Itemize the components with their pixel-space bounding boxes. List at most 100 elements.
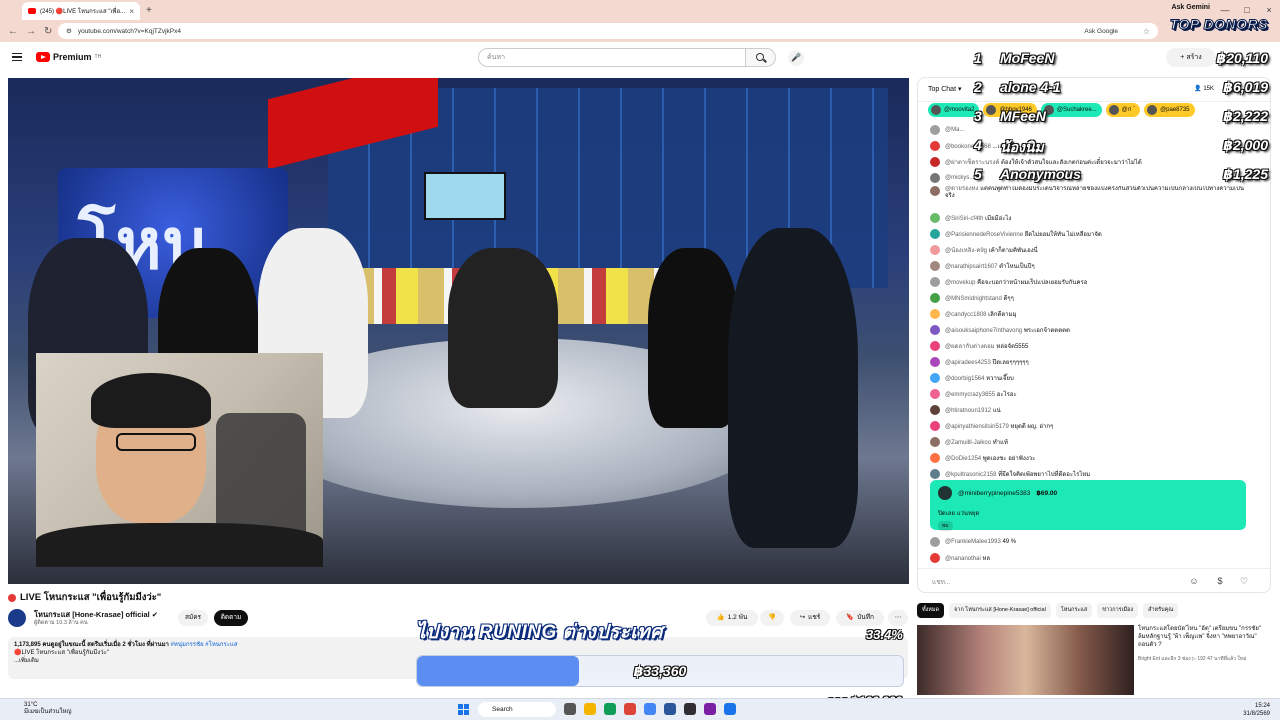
chat-author[interactable]: @narathipsairt1607 (945, 264, 997, 270)
chat-author[interactable]: @htiratnoun1912 (945, 408, 991, 414)
back-icon[interactable]: ← (8, 26, 18, 37)
chat-message[interactable]: @movekup คือจะบอกว่าหน้าผมเร็ปแปลเยอมรับ… (918, 274, 1270, 290)
search-input[interactable]: ค้นหา (478, 48, 746, 67)
more-actions-button[interactable]: ⋯ (888, 610, 908, 626)
weather-widget[interactable]: 31°C มีเมฆเป็นส่วนใหญ่ (24, 702, 72, 716)
chat-author[interactable]: @candycc1808 (945, 312, 986, 318)
reload-icon[interactable]: ↻ (44, 26, 52, 37)
chat-message[interactable]: @DoDie1254 พูดเองชะ อย่าฟังงวะ (918, 450, 1270, 466)
channel-avatar[interactable] (8, 609, 26, 627)
webcam-hair (91, 373, 211, 428)
save-label: บันทึก (857, 614, 874, 621)
chat-message[interactable]: @narathipsairt1607 ตำโหนเป็นปีๆ (918, 258, 1270, 274)
windows-start-icon[interactable] (458, 704, 469, 715)
chat-message[interactable]: @Zamuilll-Jaikoo ทำแท้ (918, 434, 1270, 450)
chat-author[interactable]: @kpultrasonic2158 (945, 472, 996, 478)
chat-message[interactable]: @น้องเหลิง-ค9g เค้าก็ตามคิพันเองนี่ (918, 242, 1270, 258)
chat-message[interactable]: @ดายร้องหง แต่คนพูดทำไมต้องมีประเด็นวิจา… (918, 186, 1270, 210)
chat-author[interactable]: @apinyathiensitsiri5179 (945, 424, 1009, 430)
dislike-button[interactable]: 👎 (760, 610, 784, 626)
chat-text: 49 % (1002, 539, 1017, 545)
save-button[interactable]: 🔖 บันทึก (836, 610, 884, 626)
chat-message[interactable]: @emmycrazy3655 อะไรอะ (918, 386, 1270, 402)
filter-chip[interactable]: ทั้งหมด (917, 603, 945, 618)
ask-gemini-button[interactable]: Ask Gemini (1171, 4, 1210, 11)
chat-author[interactable]: @น้องเหลิง-ค9g (945, 248, 987, 254)
subscribe-button[interactable]: ติดตาม (214, 610, 248, 626)
chat-message[interactable]: @doorbig1564 หวานเจี๊ยบ (918, 370, 1270, 386)
youtube-logo[interactable]: Premium TH (36, 52, 101, 62)
filter-chip[interactable]: โหนกระแส (1055, 603, 1093, 618)
chat-author[interactable]: @movekup (945, 280, 975, 286)
chat-message[interactable]: @ParisiennedeRoseVivienne ยืดไม่ยอมให้ทั… (918, 226, 1270, 242)
filter-chip[interactable]: สำหรับคุณ (1143, 603, 1179, 618)
store-icon[interactable] (664, 703, 676, 715)
video-player[interactable]: โหน (8, 78, 909, 584)
recommended-video-title[interactable]: โหนกระแสโดยบัด'ไหน "อัต" เตรียมขน "กรรชั… (1138, 625, 1266, 649)
chat-avatar (930, 186, 940, 196)
chat-message[interactable]: @aisouksaiphone7inthavong พระเอกจ้าตตตตต (918, 322, 1270, 338)
close-tab-icon[interactable]: × (129, 7, 134, 16)
webcam-shirt (36, 523, 323, 567)
chat-author[interactable]: @doorbig1564 (945, 376, 984, 382)
chat-input-placeholder: แชท... (932, 579, 951, 586)
share-button[interactable]: ↪ แชร์ (790, 610, 830, 626)
chat-author[interactable]: @emmycrazy3655 (945, 392, 995, 398)
site-info-icon[interactable]: ⚙ (66, 27, 72, 35)
donor-row: 5 Anonymous ฿1,225 (962, 166, 1268, 188)
chat-author[interactable]: @nananothai (945, 556, 981, 562)
search-button[interactable] (746, 48, 776, 67)
heart-icon[interactable]: ♡ (1238, 575, 1250, 587)
chat-message[interactable]: @MNSmidnightstand ดีๆๆ (918, 290, 1270, 306)
chat-message[interactable]: @apinyathiensitsiri5179 หยุดดี ผญ. อ่ากๆ (918, 418, 1270, 434)
emoji-icon[interactable]: ☺ (1188, 575, 1200, 587)
chat-input[interactable]: แชท... ☺ $ ♡ (918, 568, 1270, 592)
chat-message[interactable]: @htiratnoun1912 แน่ (918, 402, 1270, 418)
menu-icon[interactable] (12, 53, 22, 61)
voice-search-icon[interactable]: 🎤 (788, 50, 804, 66)
chat-author[interactable]: @MNSmidnightstand (945, 296, 1002, 302)
new-tab-icon[interactable]: + (146, 5, 152, 16)
chat-message[interactable]: @ผดลากับต่างดอม หล่อจัด5555 (918, 338, 1270, 354)
taskbar-search[interactable]: Search (478, 702, 556, 717)
taskview-icon[interactable] (564, 703, 576, 715)
join-button[interactable]: สมัคร (178, 610, 208, 626)
chat-author[interactable]: @FrankieMalee1993 (945, 539, 1001, 545)
chat-text: ทำแท้ (992, 440, 1008, 446)
chat-message[interactable]: @SiriSiri-cf4th เมียมีอ่ะไง (918, 210, 1270, 226)
chrome-active-icon[interactable] (724, 703, 736, 715)
superchat-message[interactable]: @miniberrypinepine5383 ฿69.00 ปิดเลย แว่… (930, 480, 1246, 531)
chat-mode-dropdown[interactable]: Top Chat ▾ (928, 86, 962, 93)
chat-message[interactable]: @FrankieMalee1993 49 % (918, 534, 1270, 550)
superchat-icon[interactable]: $ (1214, 575, 1226, 587)
forward-icon[interactable]: → (26, 26, 36, 37)
app-icon[interactable] (704, 703, 716, 715)
chat-message[interactable]: @apiradees4253 ปึดเลยๆๆๆๆๆๆ (918, 354, 1270, 370)
browser-tab[interactable]: (245) 🔴LIVE โหนกระแส "เพื่อ... × (22, 2, 140, 20)
filter-chip[interactable]: จาก โหนกระแส [Hone-Krasae] official (949, 603, 1051, 618)
recommended-video-thumbnail[interactable] (917, 625, 1134, 695)
chat-message-body: @movekup คือจะบอกว่าหน้าผมเร็ปแปลเยอมรับ… (945, 277, 1087, 287)
photos-icon[interactable] (644, 703, 656, 715)
chat-author[interactable]: @aisouksaiphone7inthavong (945, 328, 1022, 334)
donor-rank: 5 (974, 166, 982, 182)
edge-icon[interactable] (604, 703, 616, 715)
chat-author[interactable]: @ผดลากับต่างดอม (945, 344, 995, 350)
chat-avatar (930, 125, 940, 135)
chat-author[interactable]: @apiradees4253 (945, 360, 991, 366)
obs-icon[interactable] (684, 703, 696, 715)
chat-text: ที่ยึดใจคิดเพ้อพยาาไปที่ดีดอะไรไหม (998, 472, 1091, 478)
chat-message[interactable]: @nananothai หล (918, 550, 1270, 566)
chat-author[interactable]: @Zamuilll-Jaikoo (945, 440, 991, 446)
chat-author[interactable]: @SiriSiri-cf4th (945, 216, 983, 222)
hashtags[interactable]: #หนุ่มกรรชัย #โหนกระแส (171, 642, 238, 648)
donor-rank: 2 (974, 79, 982, 95)
chat-message[interactable]: @candycc1808 เลิกดีตามมุ (918, 306, 1270, 322)
files-icon[interactable] (584, 703, 596, 715)
chat-author[interactable]: @DoDie1254 (945, 456, 981, 462)
filter-chip[interactable]: ข่าวการเมือง (1097, 603, 1139, 618)
chrome-icon[interactable] (624, 703, 636, 715)
chat-author[interactable]: @ParisiennedeRoseVivienne (945, 232, 1023, 238)
system-clock[interactable]: 15:24 31/8/2569 (1243, 702, 1270, 718)
like-button[interactable]: 👍 1.2 พัน (706, 610, 758, 626)
